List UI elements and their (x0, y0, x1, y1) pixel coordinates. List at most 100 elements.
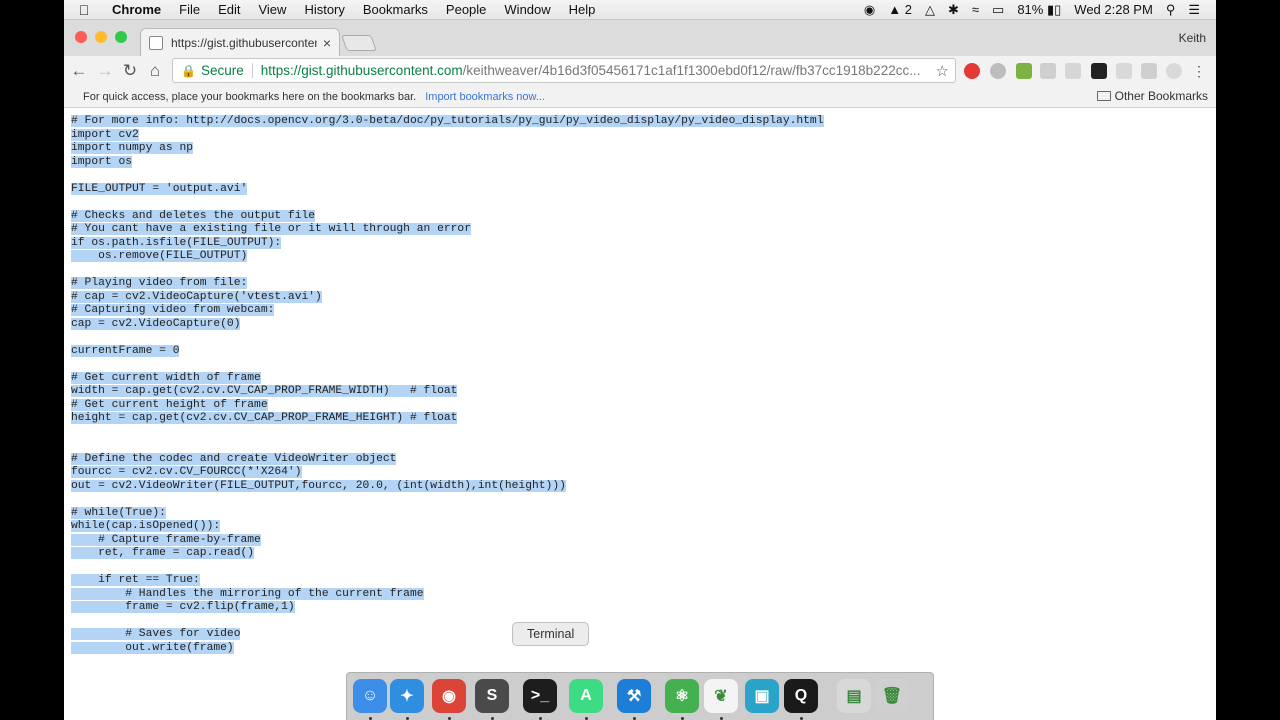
screen:  Chrome File Edit View History Bookmark… (64, 0, 1216, 720)
code-line-text: # Capturing video from webcam: (71, 304, 275, 316)
address-bar[interactable]: 🔒 Secure https://gist.githubusercontent.… (172, 58, 956, 83)
clock[interactable]: Wed 2:28 PM (1074, 2, 1153, 17)
bookmark-star-icon[interactable]: ☆ (936, 62, 949, 80)
terminal-icon[interactable]: >_ (523, 679, 557, 713)
menu-edit[interactable]: Edit (210, 2, 250, 17)
documents-icon[interactable]: ▤ (837, 679, 871, 713)
lock-icon: 🔒 (181, 63, 196, 78)
code-line: out.write(frame) (71, 641, 824, 656)
tab-title: https://gist.githubusercontent. (171, 35, 317, 50)
extension-icon[interactable] (1116, 63, 1132, 79)
notification-center-icon[interactable]: ☰ (1188, 2, 1200, 18)
chrome-menu-icon[interactable]: ⋮ (1186, 58, 1212, 84)
window-close-button[interactable] (75, 31, 87, 43)
code-line: # Playing video from file: (71, 277, 824, 291)
code-line-text: # For more info: http://docs.opencv.org/… (71, 115, 824, 127)
code-line: frame = cv2.flip(frame,1) (71, 601, 824, 615)
reload-icon[interactable]: ↻ (117, 58, 143, 84)
extension-icon[interactable] (990, 63, 1006, 79)
safari-icon[interactable]: ✦ (390, 679, 424, 713)
secure-label: Secure (201, 63, 253, 78)
menu-bookmarks[interactable]: Bookmarks (355, 2, 438, 17)
code-line-text: # Checks and deletes the output file (71, 209, 316, 222)
record-icon[interactable]: ◉ (864, 2, 875, 18)
window-zoom-button[interactable] (115, 31, 127, 43)
other-bookmarks-button[interactable]: Other Bookmarks (1096, 89, 1208, 103)
code-line-text: while(cap.isOpened()): (71, 520, 221, 532)
code-line: import numpy as np (71, 142, 824, 156)
code-line: # For more info: http://docs.opencv.org/… (71, 115, 824, 129)
code-line-text: out = cv2.VideoWriter(FILE_OUTPUT,fourcc… (71, 479, 566, 492)
extension-icon[interactable] (1065, 63, 1081, 79)
extension-icon[interactable] (1141, 63, 1157, 79)
code-line-text: os.remove(FILE_OUTPUT) (71, 250, 248, 262)
atom-icon[interactable]: ⚛ (665, 679, 699, 713)
home-icon[interactable]: ⌂ (142, 58, 168, 84)
adobe-icon[interactable]: ▲ 2 (888, 2, 912, 17)
trash-icon[interactable]: 🗑 (875, 679, 909, 713)
code-line-text: FILE_OUTPUT = 'output.avi' (71, 182, 248, 195)
checkmark-extension-icon[interactable] (1016, 63, 1032, 79)
code-line-text: fourcc = cv2.cv.CV_FOURCC(*'X264') (71, 466, 302, 478)
back-icon[interactable]: ← (66, 58, 92, 84)
url-base: https://gist.githubusercontent.com (260, 63, 463, 78)
menu-view[interactable]: View (250, 2, 296, 17)
code-line-text: # while(True): (71, 506, 166, 519)
menu-file[interactable]: File (171, 2, 210, 17)
spotlight-search-icon[interactable]: ⚲ (1166, 2, 1176, 18)
tab-active[interactable]: https://gist.githubusercontent. × (140, 28, 340, 56)
menu-people[interactable]: People (438, 2, 496, 17)
menu-window[interactable]: Window (496, 2, 560, 17)
menu-app-chrome[interactable]: Chrome (104, 2, 171, 17)
preview-icon[interactable]: ▣ (745, 679, 779, 713)
finder-icon[interactable]: ☺ (353, 679, 387, 713)
menu-help[interactable]: Help (561, 2, 606, 17)
code-line: # You cant have a existing file or it wi… (71, 223, 824, 237)
code-line-text: # Playing video from file: (71, 277, 248, 289)
dock-tooltip: Terminal (512, 622, 590, 646)
code-line: ret, frame = cap.read() (71, 547, 824, 561)
bookmarks-hint: For quick access, place your bookmarks h… (83, 90, 417, 103)
quicktime-icon[interactable]: Q (784, 679, 818, 713)
wifi-icon[interactable]: ≈ (972, 2, 979, 17)
mongodb-icon[interactable]: ❦ (704, 679, 738, 713)
code-line: # Capture frame-by-frame (71, 533, 824, 548)
import-bookmarks-link[interactable]: Import bookmarks now... (425, 91, 545, 103)
code-line: currentFrame = 0 (71, 344, 824, 359)
xcode-icon[interactable]: ⚒ (617, 679, 651, 713)
battery-icon: ▮▯ (1046, 1, 1062, 17)
code-line-text: # Define the codec and create VideoWrite… (71, 452, 397, 465)
code-line: height = cap.get(cv2.cv.CV_CAP_PROP_FRAM… (71, 412, 824, 426)
forward-icon[interactable]: → (92, 58, 118, 84)
tab-close-icon[interactable]: × (323, 35, 331, 51)
code-line: if os.path.isfile(FILE_OUTPUT): (71, 236, 824, 251)
battery-status[interactable]: 81% ▮▯ (1017, 2, 1061, 18)
bluetooth-icon[interactable]: ✱ (948, 2, 959, 18)
sublime-icon[interactable]: S (475, 679, 509, 713)
profile-button[interactable]: Keith (1179, 31, 1206, 45)
code-line: if ret == True: (71, 574, 824, 588)
android-studio-icon[interactable]: A (569, 679, 603, 713)
url-path: /keithweaver/4b16d3f05456171c1af1f1300eb… (462, 63, 921, 78)
raw-code-content[interactable]: # For more info: http://docs.opencv.org/… (71, 115, 824, 655)
extension-icon[interactable] (1166, 63, 1182, 79)
adblock-icon[interactable] (964, 63, 980, 79)
code-line: out = cv2.VideoWriter(FILE_OUTPUT,fourcc… (71, 479, 824, 494)
new-tab-button[interactable] (341, 35, 377, 51)
apple-icon[interactable]:  (64, 2, 104, 18)
code-line: while(cap.isOpened()): (71, 520, 824, 534)
code-line: width = cap.get(cv2.cv.CV_CAP_PROP_FRAME… (71, 385, 824, 399)
extension-icon[interactable] (1040, 63, 1056, 79)
adobe-count: 2 (904, 2, 912, 17)
extension-icon[interactable] (1091, 63, 1107, 79)
menu-history[interactable]: History (296, 2, 354, 17)
dock: ☺ ✦ ◉ S >_ A ⚒ ⚛ ❦ ▣ Q ▤ 🗑 (346, 672, 934, 720)
chrome-icon[interactable]: ◉ (432, 679, 466, 713)
code-line: # Handles the mirroring of the current f… (71, 587, 824, 602)
drive-icon[interactable]: △ (925, 2, 935, 18)
code-line: # Checks and deletes the output file (71, 209, 824, 224)
window-minimize-button[interactable] (95, 31, 107, 43)
code-line-text: out.write(frame) (71, 641, 234, 654)
airplay-icon[interactable]: ▭ (992, 2, 1004, 18)
